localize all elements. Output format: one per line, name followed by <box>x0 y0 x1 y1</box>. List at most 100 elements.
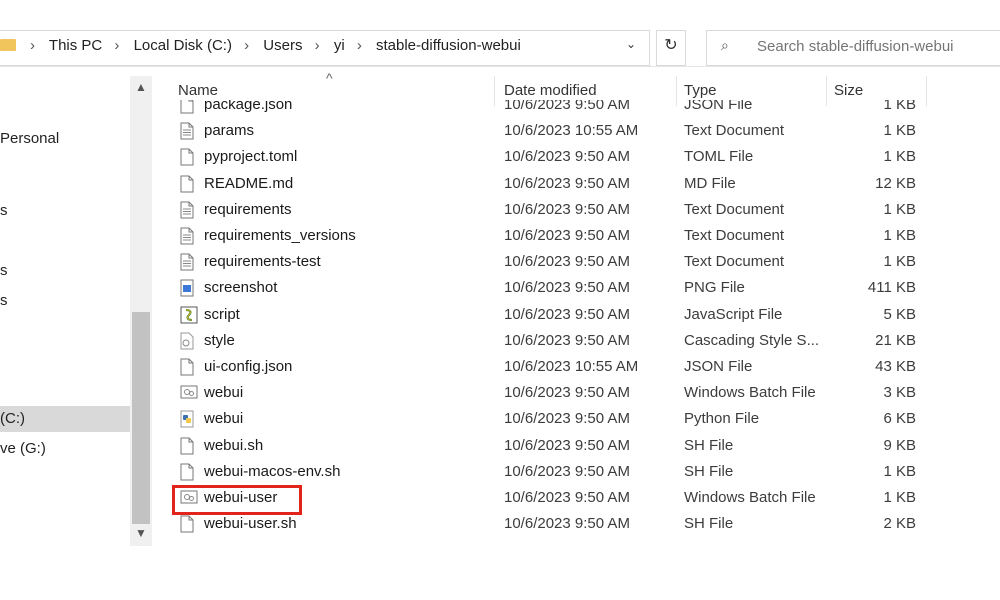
file-row[interactable]: webui-macos-env.sh 10/6/2023 9:50 AM SH Fi… <box>166 459 926 485</box>
file-row[interactable]: webui-user.sh 10/6/2023 9:50 AM SH File 2 K… <box>166 511 926 537</box>
file-size: 9 KB <box>883 436 916 454</box>
column-header-type[interactable]: Type <box>684 82 717 99</box>
css-file-icon <box>180 332 194 350</box>
file-size: 1 KB <box>883 148 916 166</box>
file-row[interactable]: style 10/6/2023 9:50 AM Cascading Style S.… <box>166 328 926 354</box>
file-rows: package.json 10/6/2023 9:50 AM JSON File 1 … <box>166 100 1000 548</box>
text-file-icon <box>180 253 194 271</box>
file-type: Windows Batch File <box>684 384 816 402</box>
file-icon <box>180 515 194 533</box>
python-file-icon <box>180 410 194 428</box>
nav-item-local-disk[interactable]: (C:) <box>0 406 130 432</box>
file-type: MD File <box>684 174 736 192</box>
nav-item[interactable]: s <box>0 198 130 224</box>
file-name: README.md <box>204 174 294 192</box>
refresh-button[interactable]: ↻ <box>656 30 686 66</box>
file-date-modified: 10/6/2023 9:50 AM <box>504 331 630 349</box>
scrollbar-thumb[interactable] <box>132 312 150 524</box>
file-row[interactable]: webui.sh 10/6/2023 9:50 AM SH File 9 KB <box>166 433 926 459</box>
file-date-modified: 10/6/2023 9:50 AM <box>504 253 630 271</box>
scroll-up-icon[interactable]: ▲ <box>130 80 152 94</box>
file-size: 1 KB <box>883 200 916 218</box>
file-type: JavaScript File <box>684 305 783 323</box>
file-name: webui <box>204 384 244 402</box>
file-row[interactable]: ui-config.json 10/6/2023 10:55 AM JSON Fil… <box>166 354 926 380</box>
file-name: params <box>204 122 255 140</box>
chevron-right-icon: › <box>314 37 320 54</box>
file-type: Text Document <box>684 227 785 244</box>
breadcrumb-item[interactable]: yi <box>334 37 345 54</box>
file-size: 1 KB <box>883 100 916 113</box>
breadcrumb-item[interactable]: Users <box>263 37 302 54</box>
breadcrumb-item[interactable]: This PC <box>49 37 102 54</box>
nav-item[interactable]: s <box>0 288 130 314</box>
file-type: SH File <box>684 515 734 533</box>
file-row[interactable]: screenshot 10/6/2023 9:50 AM PNG File 411 K… <box>166 275 926 301</box>
highlight-box <box>172 485 302 515</box>
breadcrumb[interactable]: › This PC › Local Disk (C:) › Users › yi… <box>0 30 650 66</box>
file-row[interactable]: script 10/6/2023 9:50 AM JavaScript File 5 … <box>166 302 926 328</box>
nav-item[interactable]: s <box>0 258 130 284</box>
file-row[interactable]: requirements 10/6/2023 9:50 AM Text Docume… <box>166 197 926 223</box>
file-row[interactable]: requirements-test 10/6/2023 9:50 AM Text D… <box>166 249 926 275</box>
scroll-down-icon[interactable]: ▼ <box>130 526 152 540</box>
file-date-modified: 10/6/2023 10:55 AM <box>504 122 639 140</box>
file-size: 1 KB <box>883 253 916 271</box>
file-type: Text Document <box>684 200 785 218</box>
file-icon <box>180 100 194 114</box>
file-type: Text Document <box>684 253 785 271</box>
image-file-icon <box>180 279 194 297</box>
address-bar: › This PC › Local Disk (C:) › Users › yi… <box>0 30 1000 67</box>
file-icon <box>180 358 194 376</box>
file-icon <box>180 437 194 455</box>
breadcrumb-path: › This PC › Local Disk (C:) › Users › yi… <box>30 37 529 54</box>
chevron-down-icon[interactable]: ⌄ <box>626 37 636 51</box>
sort-up-icon: ^ <box>326 70 333 86</box>
file-date-modified: 10/6/2023 9:50 AM <box>504 462 630 480</box>
file-date-modified: 10/6/2023 9:50 AM <box>504 174 630 192</box>
chevron-right-icon: › <box>114 37 120 54</box>
nav-item-drive-g[interactable]: ve (G:) <box>0 436 130 462</box>
breadcrumb-item[interactable]: Local Disk (C:) <box>134 37 232 54</box>
file-date-modified: 10/6/2023 9:50 AM <box>504 436 630 454</box>
file-row[interactable]: README.md 10/6/2023 9:50 AM MD File 12 KB <box>166 171 926 197</box>
file-size: 21 KB <box>875 331 916 349</box>
search-input[interactable] <box>755 37 999 56</box>
file-row[interactable]: webui 10/6/2023 9:50 AM Windows Batch File… <box>166 380 926 406</box>
column-header-name[interactable]: Name <box>178 82 218 99</box>
chevron-right-icon: › <box>244 37 250 54</box>
file-row[interactable]: requirements_versions 10/6/2023 9:50 AM Te… <box>166 223 926 249</box>
file-name: pyproject.toml <box>204 148 298 166</box>
file-date-modified: 10/6/2023 9:50 AM <box>504 200 630 218</box>
file-row[interactable]: webui 10/6/2023 9:50 AM Python File 6 KB <box>166 406 926 432</box>
search-box[interactable]: ⌕ <box>706 30 1000 66</box>
file-name: script <box>204 305 240 323</box>
folder-icon <box>0 39 16 51</box>
file-icon <box>180 148 194 166</box>
file-type: Cascading Style S... <box>684 331 820 349</box>
file-icon <box>180 175 194 193</box>
file-row[interactable]: package.json 10/6/2023 9:50 AM JSON File 1 … <box>166 100 926 118</box>
column-header-size[interactable]: Size <box>834 82 863 99</box>
file-row[interactable]: pyproject.toml 10/6/2023 9:50 AM TOML File… <box>166 144 926 170</box>
nav-scrollbar[interactable]: ▲ ▼ <box>130 76 152 546</box>
file-type: PNG File <box>684 279 745 297</box>
breadcrumb-item[interactable]: stable-diffusion-webui <box>376 37 521 54</box>
text-file-icon <box>180 227 194 245</box>
file-row[interactable]: params 10/6/2023 10:55 AM Text Document 1 K… <box>166 118 926 144</box>
file-date-modified: 10/6/2023 9:50 AM <box>504 489 630 506</box>
file-name: requirements <box>204 200 292 218</box>
file-type: Python File <box>684 410 760 428</box>
file-type: Windows Batch File <box>684 489 816 506</box>
file-size: 6 KB <box>883 410 916 428</box>
file-name: style <box>204 331 235 349</box>
file-size: 3 KB <box>883 384 916 402</box>
column-header-date[interactable]: Date modified <box>504 82 597 99</box>
file-size: 1 KB <box>883 227 916 244</box>
file-icon <box>180 463 194 481</box>
file-size: 12 KB <box>875 174 916 192</box>
file-name: webui-user.sh <box>204 515 297 533</box>
file-type: JSON File <box>684 358 753 375</box>
file-type: SH File <box>684 436 734 454</box>
nav-item[interactable]: Personal <box>0 126 130 152</box>
